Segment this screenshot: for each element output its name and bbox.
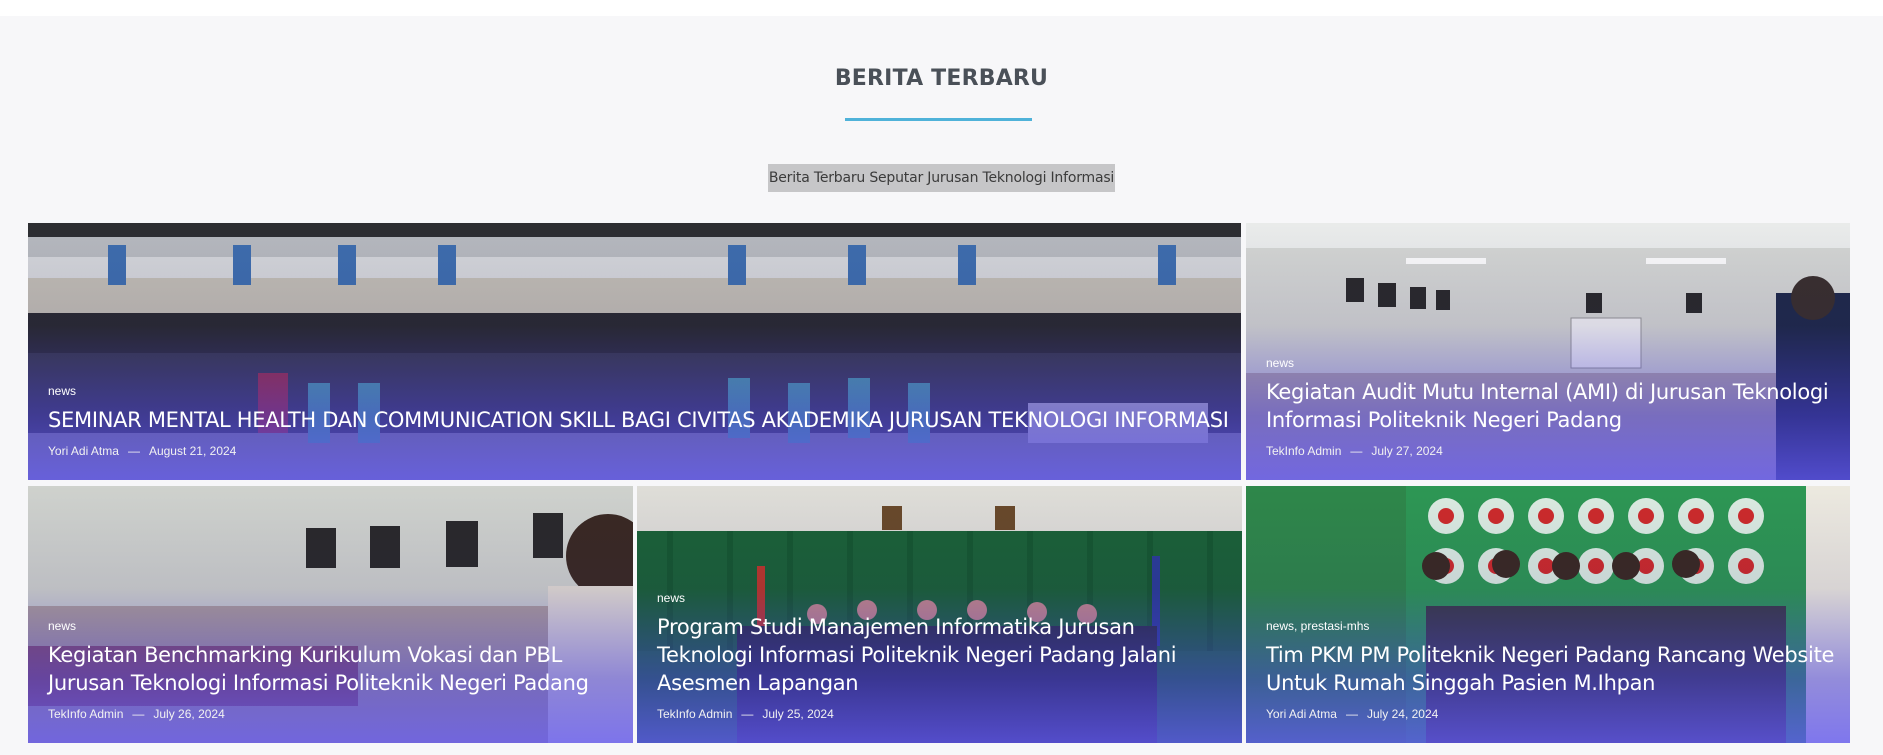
post-date: July 26, 2024 <box>153 707 225 721</box>
post-author[interactable]: TekInfo Admin <box>657 707 732 721</box>
post-meta: Yori Adi Atma — August 21, 2024 <box>48 444 237 458</box>
post-meta: TekInfo Admin — July 26, 2024 <box>48 707 225 721</box>
post-author[interactable]: Yori Adi Atma <box>1266 707 1337 721</box>
post-category[interactable]: news <box>657 591 1234 605</box>
post-category[interactable]: news <box>48 619 625 633</box>
post-date: July 25, 2024 <box>762 707 834 721</box>
post-date: July 24, 2024 <box>1366 707 1439 721</box>
section-heading: BERITA TERBARU <box>834 66 1049 91</box>
post-author[interactable]: TekInfo Admin <box>48 707 123 721</box>
post-meta: Yori Adi Atma — July 24, 2024 <box>1266 707 1439 721</box>
post-date: August 21, 2024 <box>148 444 237 458</box>
news-card-audit[interactable]: news Kegiatan Audit Mutu Internal (AMI) … <box>1246 223 1850 480</box>
post-title[interactable]: Kegiatan Audit Mutu Internal (AMI) di Ju… <box>1266 378 1842 434</box>
news-card-asesmen[interactable]: news Program Studi Manajemen Informatika… <box>637 486 1242 743</box>
post-author[interactable]: Yori Adi Atma <box>48 444 119 458</box>
news-card-seminar[interactable]: news SEMINAR MENTAL HEALTH DAN COMMUNICA… <box>28 223 1241 480</box>
heading-underline <box>845 118 1032 121</box>
post-meta: TekInfo Admin — July 25, 2024 <box>657 707 834 721</box>
post-category[interactable]: news <box>48 384 1233 398</box>
post-author[interactable]: TekInfo Admin <box>1266 444 1341 458</box>
post-category[interactable]: news, prestasi-mhs <box>1266 619 1842 633</box>
post-title[interactable]: Program Studi Manajemen Informatika Juru… <box>657 613 1234 697</box>
post-title[interactable]: Kegiatan Benchmarking Kurikulum Vokasi d… <box>48 641 625 697</box>
post-title[interactable]: Tim PKM PM Politeknik Negeri Padang Ranc… <box>1266 641 1842 697</box>
news-card-pkm[interactable]: news, prestasi-mhs Tim PKM PM Politeknik… <box>1246 486 1850 743</box>
news-card-benchmarking[interactable]: news Kegiatan Benchmarking Kurikulum Vok… <box>28 486 633 743</box>
post-meta: TekInfo Admin — July 27, 2024 <box>1266 444 1443 458</box>
section-subtitle: Berita Terbaru Seputar Jurusan Teknologi… <box>767 164 1116 192</box>
post-category[interactable]: news <box>1266 356 1842 370</box>
post-title[interactable]: SEMINAR MENTAL HEALTH DAN COMMUNICATION … <box>48 406 1233 434</box>
post-date: July 27, 2024 <box>1371 444 1443 458</box>
